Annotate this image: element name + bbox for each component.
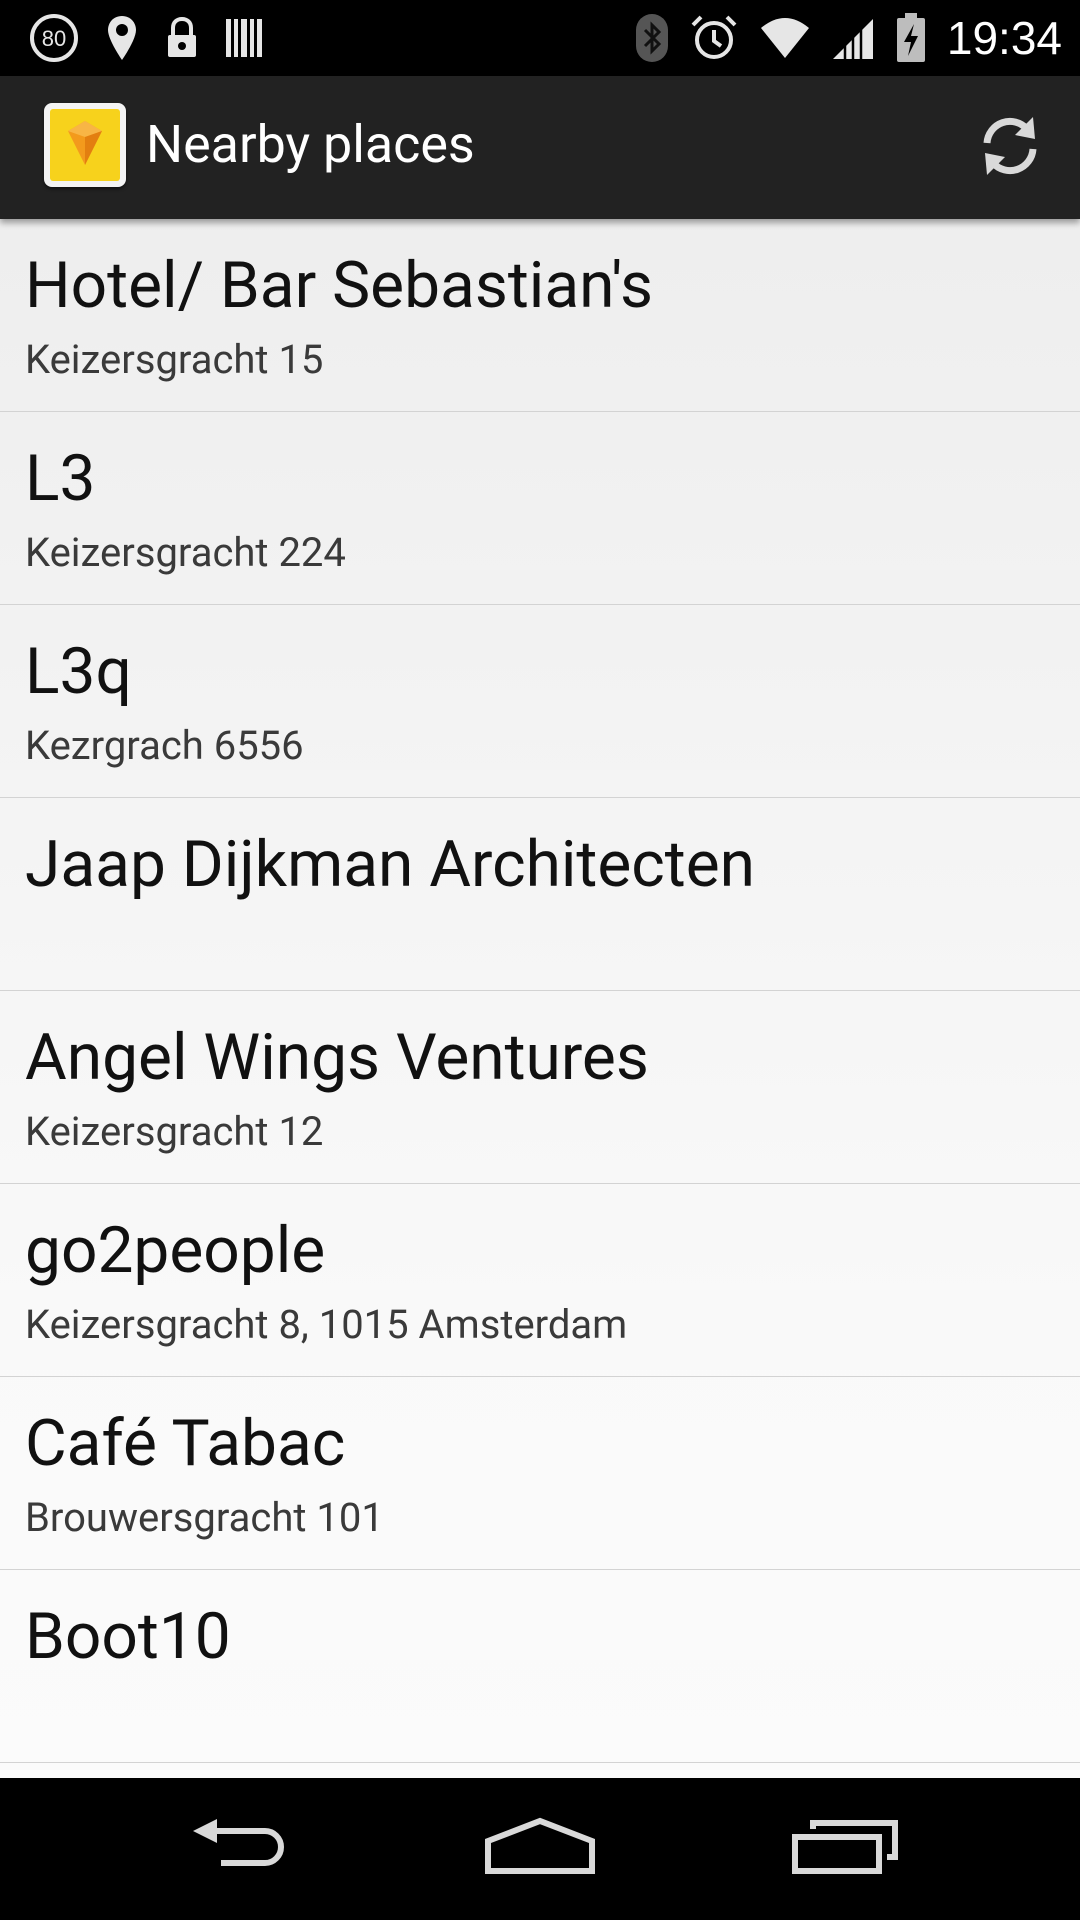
battery-charging-icon [895, 12, 927, 64]
place-name: go2people [25, 1213, 326, 1288]
list-item[interactable]: L3 Keizersgracht 224 [0, 412, 1080, 605]
action-bar: Nearby places [0, 76, 1080, 219]
place-address: Keizersgracht 15 [25, 336, 324, 383]
barcode-icon [224, 15, 264, 61]
recents-icon [785, 1811, 905, 1885]
list-item[interactable]: Boot10 [0, 1570, 1080, 1763]
list-item[interactable]: Café Tabac Brouwersgracht 101 [0, 1377, 1080, 1570]
cell-signal-icon [831, 15, 875, 61]
place-address: Keizersgracht 224 [25, 529, 346, 576]
places-list[interactable]: Hotel/ Bar Sebastian's Keizersgracht 15 … [0, 219, 1080, 1778]
status-bar: 80 19:34 [0, 0, 1080, 76]
place-name: Hotel/ Bar Sebastian's [25, 248, 653, 323]
place-address: Brouwersgracht 101 [25, 1494, 384, 1541]
recents-button[interactable] [765, 1798, 925, 1898]
place-name: Café Tabac [25, 1406, 346, 1481]
svg-text:80: 80 [42, 26, 66, 51]
screen: 80 19:34 Nearby places Hotel/ Bar Sebast… [0, 0, 1080, 1920]
status-left-icons: 80 [28, 10, 264, 66]
app-logo-icon[interactable] [44, 103, 126, 187]
home-button[interactable] [460, 1798, 620, 1898]
place-address: Keizersgracht 12 [25, 1108, 324, 1155]
home-icon [480, 1811, 600, 1885]
back-icon [185, 1811, 295, 1885]
place-name: Angel Wings Ventures [25, 1020, 649, 1095]
alarm-icon [689, 13, 739, 63]
place-address: Keizersgracht 8, 1015 Amsterdam [25, 1301, 628, 1348]
status-time: 19:34 [946, 12, 1062, 64]
app-logo-inner [50, 109, 120, 181]
place-name: Jaap Dijkman Architecten [25, 827, 755, 902]
refresh-button[interactable] [970, 108, 1050, 188]
list-item[interactable]: L3q Kezrgrach 6556 [0, 605, 1080, 798]
location-pin-icon [104, 12, 140, 64]
lock-icon [164, 15, 200, 61]
place-name: L3q [25, 634, 132, 709]
status-right-icons: 19:34 [635, 10, 1062, 66]
bluetooth-icon [635, 13, 669, 63]
back-button[interactable] [160, 1798, 320, 1898]
refresh-icon [975, 111, 1045, 185]
navigation-bar [0, 1778, 1080, 1920]
place-name: L3 [25, 441, 96, 516]
place-address: Kezrgrach 6556 [25, 722, 304, 769]
list-item[interactable]: Jaap Dijkman Architecten [0, 798, 1080, 991]
wifi-icon [759, 16, 811, 60]
list-item[interactable]: Hotel/ Bar Sebastian's Keizersgracht 15 [0, 219, 1080, 412]
place-name: Boot10 [25, 1599, 231, 1674]
page-title: Nearby places [146, 114, 475, 175]
notification-80-icon: 80 [28, 12, 80, 64]
list-item[interactable]: Angel Wings Ventures Keizersgracht 12 [0, 991, 1080, 1184]
list-item[interactable]: go2people Keizersgracht 8, 1015 Amsterda… [0, 1184, 1080, 1377]
